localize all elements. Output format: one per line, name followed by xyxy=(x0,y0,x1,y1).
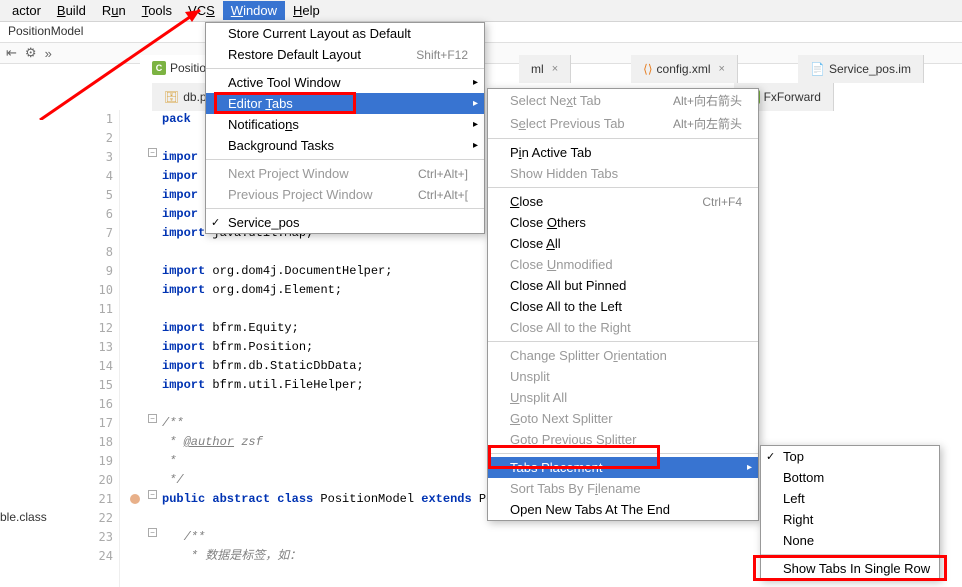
tab-ml[interactable]: ml× xyxy=(519,55,571,83)
chevron-icon[interactable]: » xyxy=(45,46,52,61)
fold-icon[interactable] xyxy=(148,490,157,499)
check-icon: ✓ xyxy=(211,216,220,229)
tab-config[interactable]: ⟨⟩config.xml× xyxy=(631,55,738,83)
next-project-window[interactable]: Next Project WindowCtrl+Alt+] xyxy=(206,163,484,184)
close-all-right[interactable]: Close All to the Right xyxy=(488,317,758,338)
close-tab[interactable]: CloseCtrl+F4 xyxy=(488,191,758,212)
show-tabs-single-row[interactable]: Show Tabs In Single Row xyxy=(761,558,939,579)
tab-service-pos[interactable]: 📄Service_pos.im xyxy=(798,55,924,83)
goto-prev-splitter[interactable]: Goto Previous Splitter xyxy=(488,429,758,450)
placement-left[interactable]: Left xyxy=(761,488,939,509)
close-unmodified[interactable]: Close Unmodified xyxy=(488,254,758,275)
fold-column xyxy=(148,110,162,587)
editor-tabs[interactable]: Editor Tabs xyxy=(206,93,484,114)
main-menubar: actor Build Run Tools VCS Window Help xyxy=(0,0,962,22)
placement-none[interactable]: None xyxy=(761,530,939,551)
prev-project-window[interactable]: Previous Project WindowCtrl+Alt+[ xyxy=(206,184,484,205)
goto-next-splitter[interactable]: Goto Next Splitter xyxy=(488,408,758,429)
menu-build[interactable]: Build xyxy=(49,1,94,20)
select-next-tab[interactable]: Select Next TabAlt+向右箭头 xyxy=(488,89,758,112)
unsplit[interactable]: Unsplit xyxy=(488,366,758,387)
project-tree[interactable]: ble.class xyxy=(0,510,80,524)
restore-layout[interactable]: Restore Default LayoutShift+F12 xyxy=(206,44,484,65)
xml-icon: ⟨⟩ xyxy=(643,62,652,76)
menu-vcs[interactable]: VCS xyxy=(180,1,223,20)
menu-window[interactable]: Window xyxy=(223,1,285,20)
menu-refactor[interactable]: actor xyxy=(4,1,49,20)
tabs-placement-submenu: ✓Top Bottom Left Right None Show Tabs In… xyxy=(760,445,940,580)
select-prev-tab[interactable]: Select Previous TabAlt+向左箭头 xyxy=(488,112,758,135)
window-menu: Store Current Layout as Default Restore … xyxy=(205,22,485,234)
close-icon[interactable]: × xyxy=(552,63,558,75)
editor-tabs-submenu: Select Next TabAlt+向右箭头 Select Previous … xyxy=(487,88,759,521)
close-all-left[interactable]: Close All to the Left xyxy=(488,296,758,317)
check-icon: ✓ xyxy=(766,450,775,463)
close-all-but-pinned[interactable]: Close All but Pinned xyxy=(488,275,758,296)
tabs-placement[interactable]: Tabs Placement xyxy=(488,457,758,478)
db-icon: 🗄 xyxy=(164,90,179,104)
show-hidden-tabs[interactable]: Show Hidden Tabs xyxy=(488,163,758,184)
gear-icon[interactable]: ⚙ xyxy=(25,45,37,61)
fold-icon[interactable] xyxy=(148,148,157,157)
file-icon: 📄 xyxy=(810,62,825,76)
pin-active-tab[interactable]: Pin Active Tab xyxy=(488,142,758,163)
gutter-marker[interactable] xyxy=(130,494,140,504)
fold-icon[interactable] xyxy=(148,414,157,423)
menu-run[interactable]: Run xyxy=(94,1,134,20)
background-tasks[interactable]: Background Tasks xyxy=(206,135,484,156)
sort-tabs[interactable]: Sort Tabs By Filename xyxy=(488,478,758,499)
close-icon[interactable]: × xyxy=(719,63,725,75)
unsplit-all[interactable]: Unsplit All xyxy=(488,387,758,408)
class-icon: C xyxy=(152,61,166,75)
collapse-icon[interactable]: ⇤ xyxy=(6,45,17,61)
menu-help[interactable]: Help xyxy=(285,1,328,20)
line-gutter: 1234 5678 9101112 13141516 17181920 2122… xyxy=(84,110,120,587)
placement-bottom[interactable]: Bottom xyxy=(761,467,939,488)
fold-icon[interactable] xyxy=(148,528,157,537)
open-new-tabs-end[interactable]: Open New Tabs At The End xyxy=(488,499,758,520)
notifications[interactable]: Notifications xyxy=(206,114,484,135)
store-layout[interactable]: Store Current Layout as Default xyxy=(206,23,484,44)
close-all[interactable]: Close All xyxy=(488,233,758,254)
active-tool-window[interactable]: Active Tool Window xyxy=(206,72,484,93)
change-splitter[interactable]: Change Splitter Orientation xyxy=(488,345,758,366)
placement-top[interactable]: ✓Top xyxy=(761,446,939,467)
window-service-pos[interactable]: ✓Service_pos xyxy=(206,212,484,233)
menu-tools[interactable]: Tools xyxy=(134,1,180,20)
close-others[interactable]: Close Others xyxy=(488,212,758,233)
placement-right[interactable]: Right xyxy=(761,509,939,530)
